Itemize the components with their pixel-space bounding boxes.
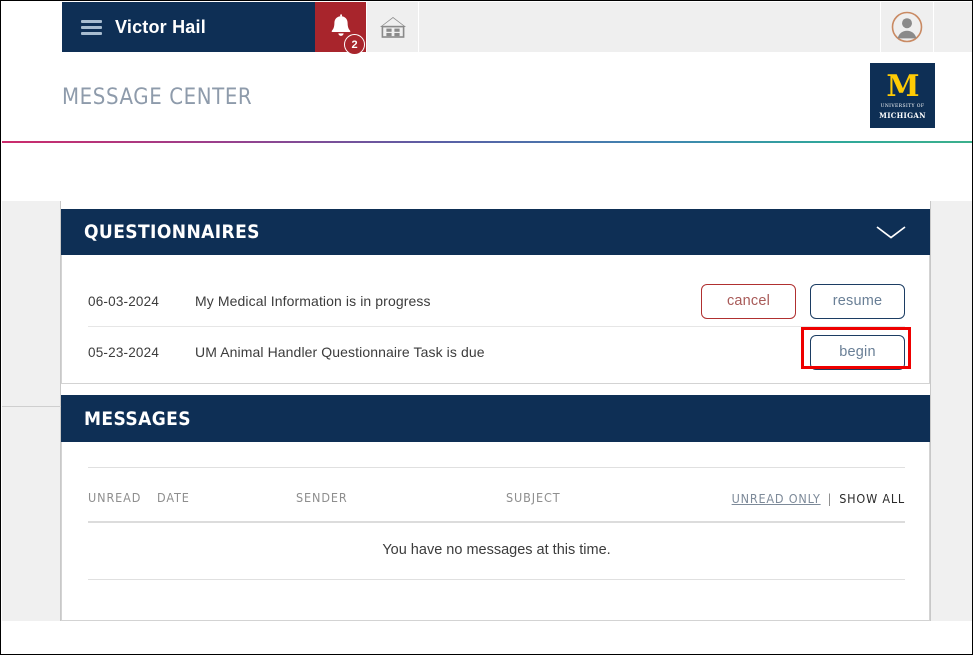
left-margin-panel bbox=[2, 201, 61, 621]
questionnaire-description: My Medical Information is in progress bbox=[195, 293, 431, 309]
messages-panel-header[interactable]: MESSAGES bbox=[61, 395, 930, 442]
questionnaires-panel-header[interactable]: QUESTIONNAIRES bbox=[61, 209, 930, 255]
column-header-unread: UNREAD bbox=[88, 490, 142, 505]
top-navigation-bar: Victor Hail 2 bbox=[2, 2, 972, 55]
alerts-button[interactable]: 2 bbox=[315, 2, 367, 55]
logo-letter-m: M bbox=[886, 68, 919, 104]
home-button[interactable] bbox=[367, 2, 419, 52]
questionnaires-panel-body: 06-03-2024 My Medical Information is in … bbox=[61, 255, 930, 384]
content-top-spacer bbox=[2, 143, 972, 201]
chevron-down-icon[interactable] bbox=[874, 223, 908, 241]
begin-button[interactable]: begin bbox=[810, 334, 905, 370]
logo-line-1: UNIVERSITY OF bbox=[880, 103, 925, 109]
messages-top-rule bbox=[88, 467, 905, 468]
university-of-michigan-logo: M UNIVERSITY OF MICHIGAN bbox=[870, 63, 935, 128]
questionnaire-date: 06-03-2024 bbox=[88, 293, 160, 309]
messages-empty-state: You have no messages at this time. bbox=[382, 542, 611, 558]
questionnaire-description: UM Animal Handler Questionnaire Task is … bbox=[195, 344, 485, 360]
questionnaire-row: 06-03-2024 My Medical Information is in … bbox=[88, 276, 905, 326]
messages-filters: UNREAD ONLY | SHOW ALL bbox=[732, 491, 905, 506]
home-icon bbox=[379, 17, 406, 38]
messages-bottom-rule bbox=[88, 579, 905, 580]
column-header-sender: SENDER bbox=[296, 490, 348, 505]
questionnaire-row: 05-23-2024 UM Animal Handler Questionnai… bbox=[88, 327, 905, 377]
questionnaire-date: 05-23-2024 bbox=[88, 344, 160, 360]
alerts-count-badge: 2 bbox=[344, 34, 365, 55]
logo-line-2: MICHIGAN bbox=[879, 110, 926, 120]
right-margin-panel bbox=[930, 201, 972, 621]
questionnaire-actions: cancel resume bbox=[701, 283, 905, 319]
show-all-filter-link[interactable]: SHOW ALL bbox=[839, 491, 905, 506]
user-avatar-icon bbox=[891, 11, 923, 43]
page-title-band: MESSAGE CENTER M UNIVERSITY OF MICHIGAN bbox=[2, 52, 972, 141]
messages-table-header: UNREAD DATE SENDER SUBJECT UNREAD ONLY |… bbox=[88, 490, 905, 512]
brand-name-label: Victor Hail bbox=[115, 16, 206, 37]
nav-left-padding bbox=[2, 2, 62, 52]
message-center-page: Victor Hail 2 MESSAGE CENTER M UNIVERSIT… bbox=[0, 0, 973, 655]
user-account-button[interactable] bbox=[880, 2, 934, 52]
brand-block: Victor Hail bbox=[62, 2, 315, 52]
questionnaires-title: QUESTIONNAIRES bbox=[84, 221, 260, 243]
messages-title: MESSAGES bbox=[84, 407, 191, 430]
filter-separator: | bbox=[827, 491, 833, 506]
resume-button[interactable]: resume bbox=[810, 283, 905, 319]
nav-spacer bbox=[419, 2, 880, 52]
page-title: MESSAGE CENTER bbox=[62, 85, 253, 110]
column-header-date: DATE bbox=[157, 490, 190, 505]
column-header-subject: SUBJECT bbox=[506, 490, 561, 505]
questionnaire-actions: begin bbox=[810, 334, 905, 370]
left-margin-divider bbox=[2, 406, 61, 407]
unread-only-filter-link[interactable]: UNREAD ONLY bbox=[732, 491, 821, 506]
nav-right-padding bbox=[934, 2, 972, 52]
messages-panel-body: UNREAD DATE SENDER SUBJECT UNREAD ONLY |… bbox=[61, 442, 930, 621]
messages-header-rule bbox=[88, 521, 905, 523]
cancel-button[interactable]: cancel bbox=[701, 283, 796, 319]
hamburger-icon[interactable] bbox=[81, 19, 102, 35]
